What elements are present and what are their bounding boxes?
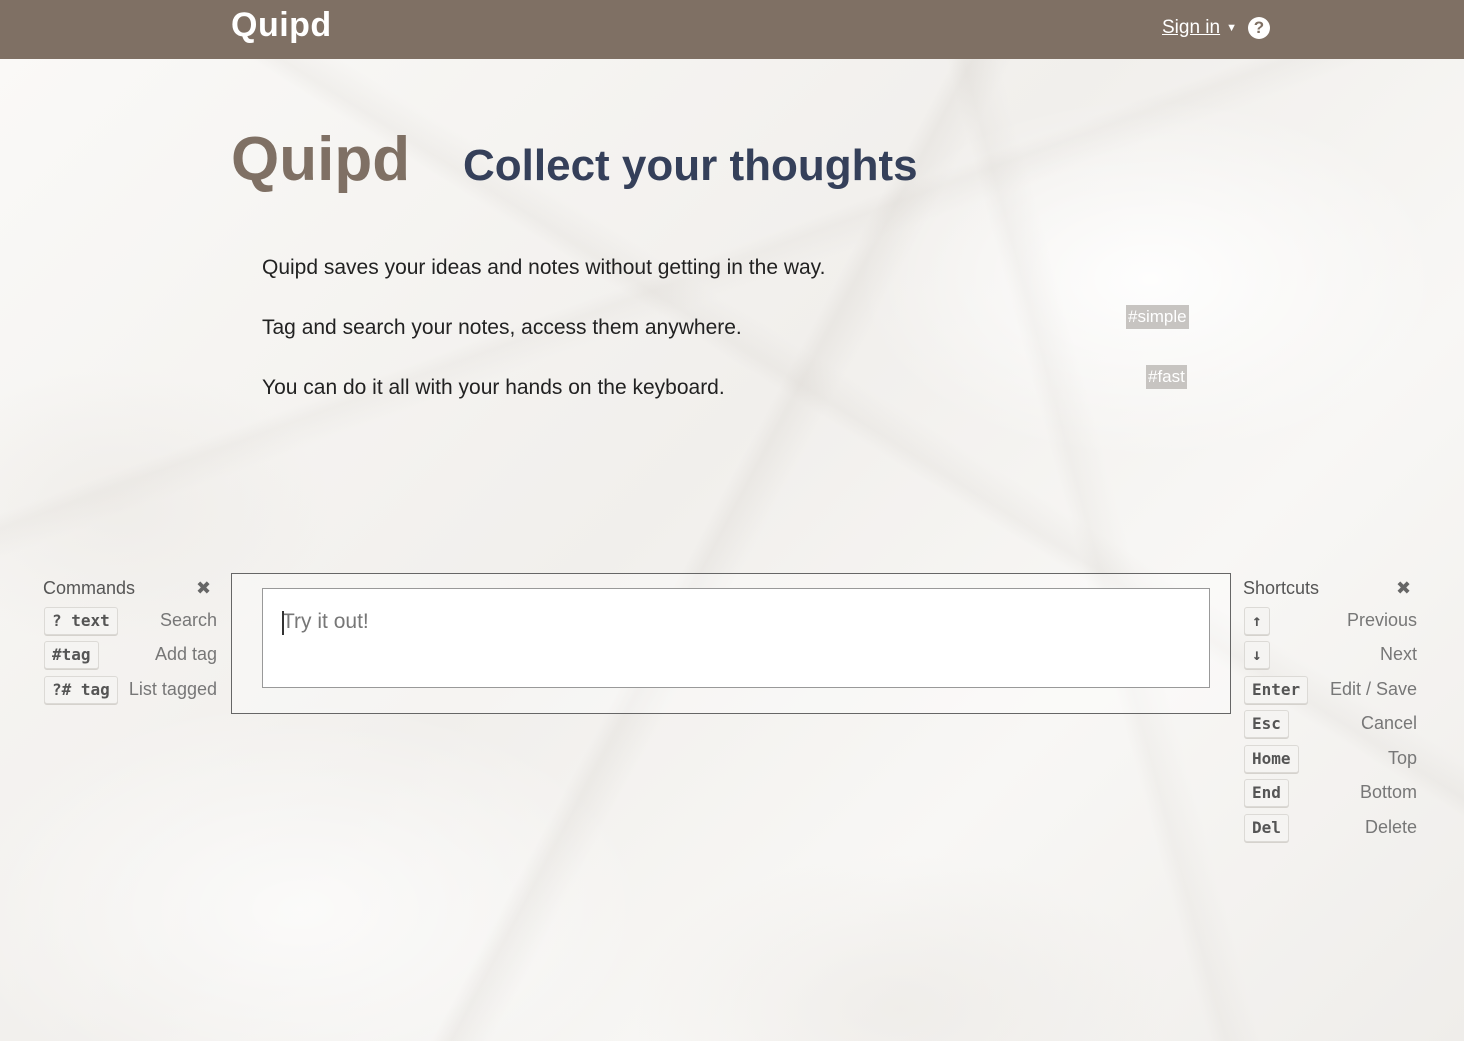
shortcut-key-next: ↓ xyxy=(1244,641,1270,669)
feature-line: Tag and search your notes, access them a… xyxy=(262,316,742,339)
shortcut-label-delete: Delete xyxy=(1364,817,1417,837)
shortcut-label-top: Top xyxy=(1387,748,1417,768)
command-label-add-tag: Add tag xyxy=(154,644,217,664)
tag-badge-simple: #simple xyxy=(1126,305,1189,329)
close-commands-icon[interactable]: ✖ xyxy=(196,578,211,599)
command-label-list-tagged: List tagged xyxy=(128,679,217,699)
shortcut-key-previous: ↑ xyxy=(1244,607,1270,635)
shortcut-label-next: Next xyxy=(1379,644,1417,664)
feature-line: Quipd saves your ideas and notes without… xyxy=(262,256,826,279)
shortcut-key-enter: Enter xyxy=(1244,676,1309,704)
hero-logo: Quipd xyxy=(231,125,411,194)
command-key-add-tag: #tag xyxy=(44,641,99,669)
text-cursor xyxy=(282,611,284,635)
feature-line: You can do it all with your hands on the… xyxy=(262,376,725,399)
shortcut-label-previous: Previous xyxy=(1346,610,1417,630)
shortcut-key-end: End xyxy=(1244,779,1289,807)
shortcut-key-esc: Esc xyxy=(1244,710,1289,738)
note-input[interactable] xyxy=(262,588,1210,688)
brand-logo-link[interactable]: Quipd xyxy=(231,6,332,45)
command-key-list-tagged: ?# tag xyxy=(44,676,118,704)
shortcut-label-bottom: Bottom xyxy=(1359,782,1417,802)
command-label-search: Search xyxy=(159,610,217,630)
signin-dropdown[interactable]: Sign in ▼ xyxy=(1162,17,1237,39)
tag-badge-fast: #fast xyxy=(1146,365,1187,389)
hero-tagline: Collect your thoughts xyxy=(463,141,918,190)
shortcut-key-del: Del xyxy=(1244,814,1289,842)
caret-down-icon: ▼ xyxy=(1226,22,1237,34)
shortcut-label-edit-save: Edit / Save xyxy=(1329,679,1417,699)
paper-background xyxy=(0,59,1464,1041)
shortcut-key-home: Home xyxy=(1244,745,1299,773)
help-icon[interactable]: ? xyxy=(1248,17,1270,39)
shortcuts-title: Shortcuts xyxy=(1243,578,1320,598)
top-navbar: Quipd Sign in ▼ ? xyxy=(0,0,1464,59)
close-shortcuts-icon[interactable]: ✖ xyxy=(1396,578,1411,599)
commands-title: Commands xyxy=(43,578,136,598)
command-key-search: ? text xyxy=(44,607,118,635)
shortcut-label-cancel: Cancel xyxy=(1360,713,1417,733)
note-input-placeholder: Try it out! xyxy=(282,610,369,633)
signin-label: Sign in xyxy=(1162,17,1221,38)
